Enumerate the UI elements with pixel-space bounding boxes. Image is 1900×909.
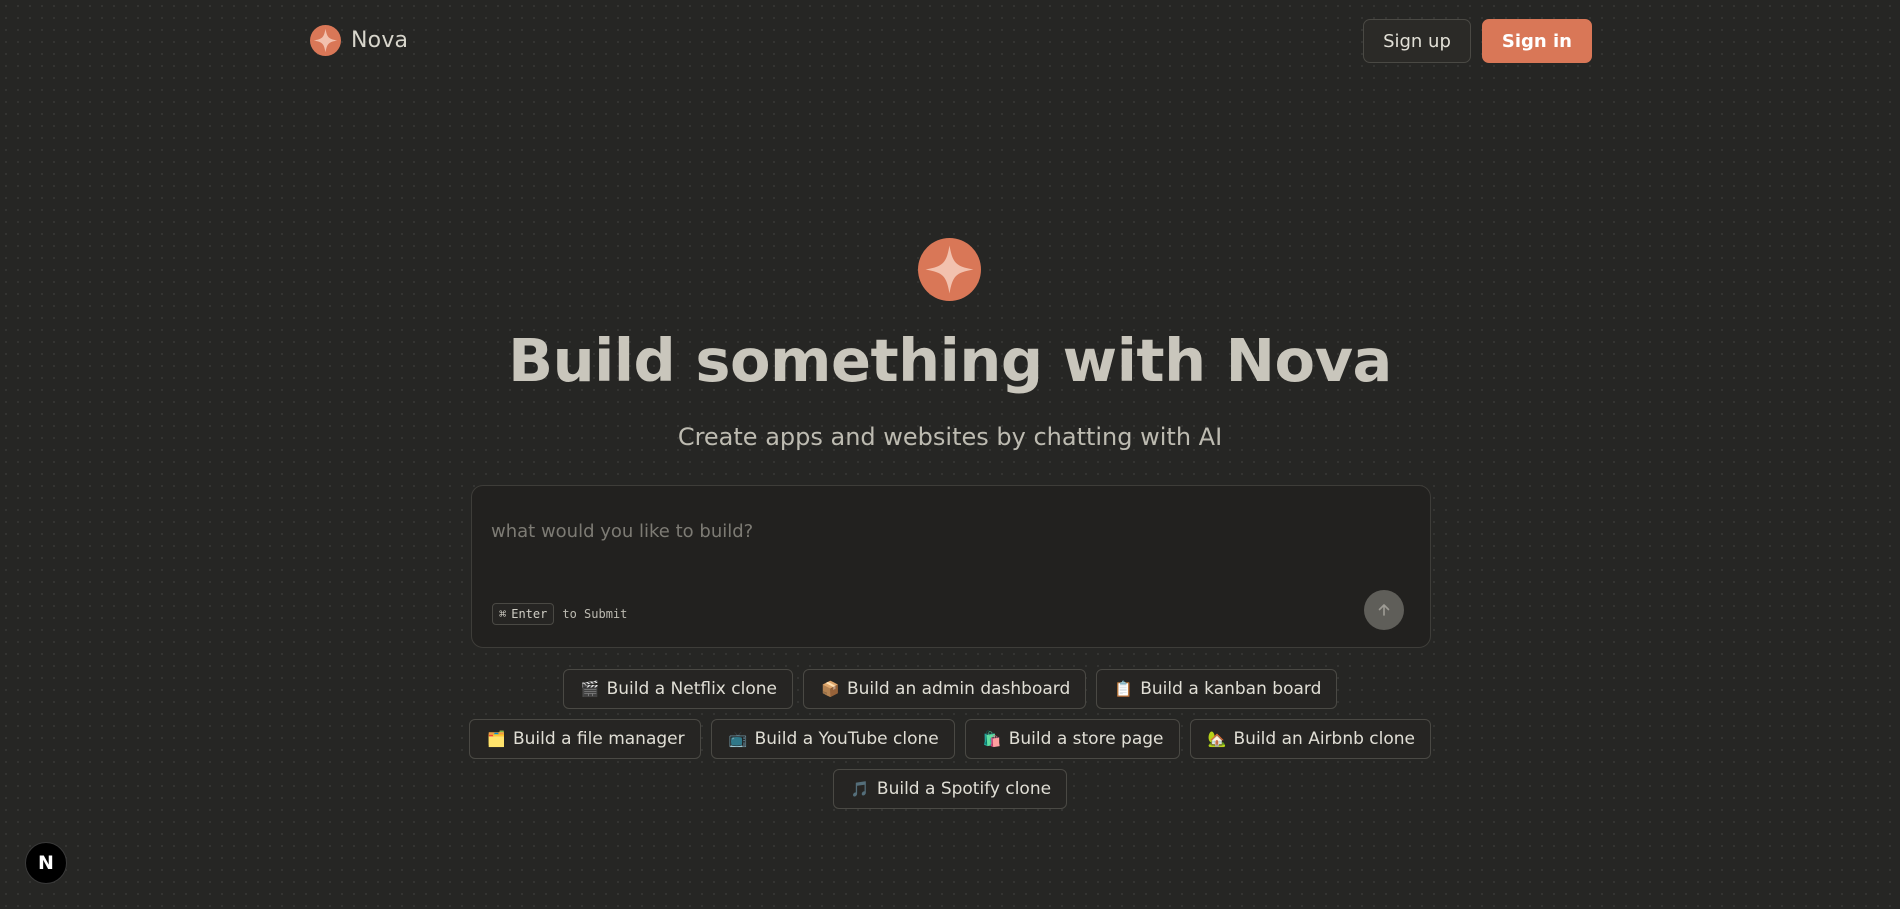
suggestion-file-manager[interactable]: 🗂️ Build a file manager <box>469 719 701 759</box>
shopping-bags-icon: 🛍️ <box>982 730 1002 748</box>
folder-icon: 🗂️ <box>487 730 506 748</box>
suggestion-kanban-board[interactable]: 📋 Build a kanban board <box>1096 669 1338 709</box>
sign-up-button[interactable]: Sign up <box>1363 19 1471 63</box>
command-key-icon: ⌘ <box>499 607 507 621</box>
suggestion-row: 🎬 Build a Netflix clone 📦 Build an admin… <box>0 669 1900 709</box>
suggestion-label: Build a Netflix clone <box>606 679 777 699</box>
suggestion-label: Build a Spotify clone <box>876 779 1052 799</box>
suggestion-chips: 🎬 Build a Netflix clone 📦 Build an admin… <box>0 669 1900 819</box>
page-title: Build something with Nova <box>508 326 1392 395</box>
suggestion-label: Build an Airbnb clone <box>1233 729 1415 749</box>
header-actions: Sign up Sign in <box>1363 19 1592 63</box>
suggestion-label: Build a store page <box>1008 729 1164 749</box>
prompt-box: ⌘ Enter to Submit <box>471 485 1431 648</box>
suggestion-label: Build a YouTube clone <box>754 729 939 749</box>
arrow-up-icon <box>1378 604 1390 616</box>
prompt-input[interactable] <box>491 516 1371 546</box>
suggestion-label: Build an admin dashboard <box>846 679 1071 699</box>
suggestion-row: 🗂️ Build a file manager 📺 Build a YouTub… <box>0 719 1900 759</box>
hero-logo-icon <box>918 238 981 301</box>
house-icon: 🏡 <box>1207 730 1227 748</box>
top-header: Nova Sign up Sign in <box>310 18 1592 66</box>
badge-letter: N <box>38 852 54 874</box>
suggestion-label: Build a kanban board <box>1140 679 1322 699</box>
suggestion-label: Build a file manager <box>513 729 685 749</box>
submit-hint: ⌘ Enter to Submit <box>492 603 627 625</box>
page-subtitle: Create apps and websites by chatting wit… <box>677 423 1223 451</box>
suggestion-admin-dashboard[interactable]: 📦 Build an admin dashboard <box>802 669 1087 709</box>
suggestion-store-page[interactable]: 🛍️ Build a store page <box>964 719 1180 759</box>
suggestion-netflix-clone[interactable]: 🎬 Build a Netflix clone <box>562 669 793 709</box>
suggestion-airbnb-clone[interactable]: 🏡 Build an Airbnb clone <box>1189 719 1431 759</box>
nova-logo-icon <box>310 25 341 56</box>
music-note-icon: 🎵 <box>850 780 870 798</box>
sign-in-button[interactable]: Sign in <box>1481 19 1592 63</box>
brand-name: Nova <box>351 28 409 53</box>
enter-key-label: Enter <box>511 607 548 621</box>
package-icon: 📦 <box>820 680 840 698</box>
tv-icon: 📺 <box>728 730 748 748</box>
dev-tools-badge[interactable]: N <box>25 842 67 884</box>
clipboard-icon: 📋 <box>1114 680 1133 698</box>
suggestion-spotify-clone[interactable]: 🎵 Build a Spotify clone <box>832 769 1068 809</box>
send-button[interactable] <box>1364 590 1404 630</box>
enter-key-hint: ⌘ Enter <box>492 603 555 625</box>
clapper-icon: 🎬 <box>580 680 600 698</box>
suggestion-youtube-clone[interactable]: 📺 Build a YouTube clone <box>710 719 955 759</box>
brand[interactable]: Nova <box>310 25 408 56</box>
submit-hint-text: to Submit <box>562 607 628 621</box>
suggestion-row: 🎵 Build a Spotify clone <box>0 769 1900 809</box>
